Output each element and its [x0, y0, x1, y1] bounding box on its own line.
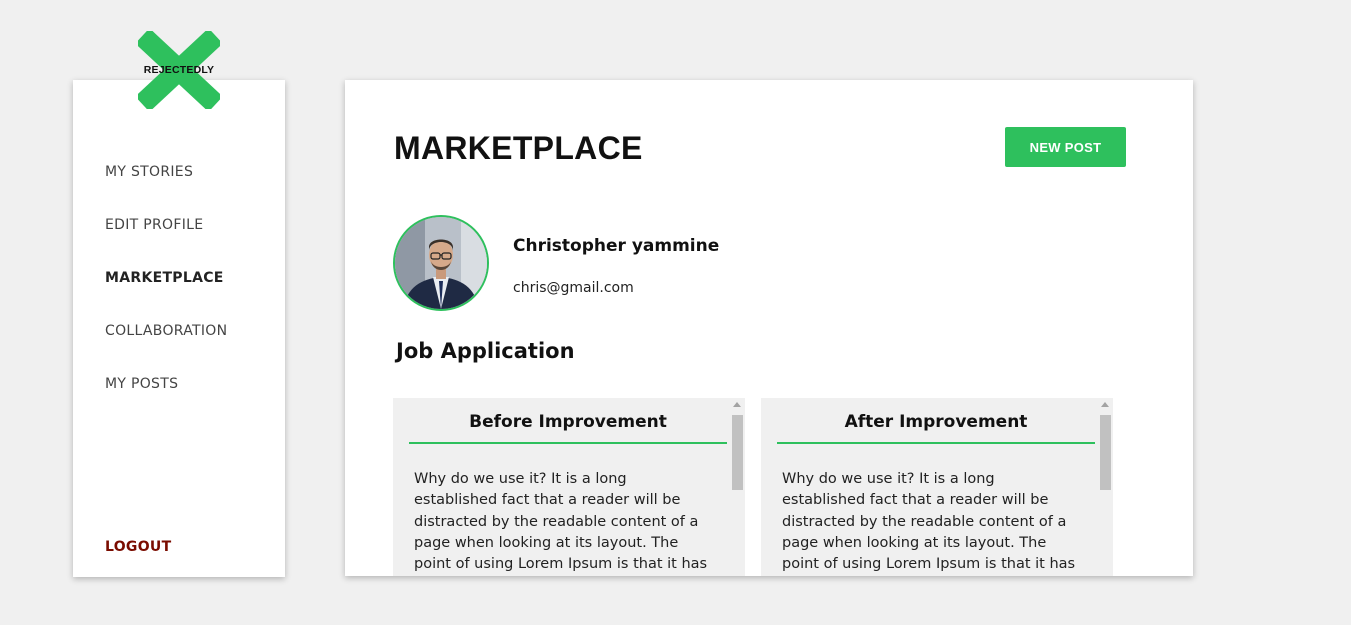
scroll-up-arrow-icon[interactable] — [733, 402, 741, 407]
sidebar-item-marketplace[interactable]: MARKETPLACE — [105, 268, 275, 321]
panel-title: Before Improvement — [409, 412, 727, 444]
sidebar: MY STORIES EDIT PROFILE MARKETPLACE COLL… — [73, 80, 285, 577]
scroll-thumb[interactable] — [732, 415, 743, 490]
main-card: MARKETPLACE NEW POST Christopher yammine… — [345, 80, 1193, 576]
brand-name: REJECTEDLY — [143, 64, 215, 76]
after-improvement-panel[interactable]: After Improvement Why do we use it? It i… — [761, 398, 1113, 576]
panel-text: Why do we use it? It is a long establish… — [782, 471, 1076, 573]
sidebar-item-my-posts[interactable]: MY POSTS — [105, 374, 275, 427]
user-photo-icon — [395, 217, 487, 309]
logout-button[interactable]: LOGOUT — [105, 539, 171, 555]
page-title: MARKETPLACE — [394, 130, 643, 166]
app-page: REJECTEDLY MY STORIES EDIT PROFILE MARKE… — [0, 0, 1351, 625]
scrollbar[interactable] — [1098, 398, 1113, 576]
user-email: chris@gmail.com — [513, 280, 634, 296]
panel-text: Why do we use it? It is a long establish… — [414, 471, 708, 573]
user-name: Christopher yammine — [513, 236, 720, 256]
avatar — [393, 215, 489, 311]
scroll-up-arrow-icon[interactable] — [1101, 402, 1109, 407]
before-improvement-panel[interactable]: Before Improvement Why do we use it? It … — [393, 398, 745, 576]
brand-logo[interactable]: REJECTEDLY — [138, 31, 220, 109]
scroll-thumb[interactable] — [1100, 415, 1111, 490]
scrollbar[interactable] — [730, 398, 745, 576]
panel-title: After Improvement — [777, 412, 1095, 444]
new-post-button[interactable]: NEW POST — [1005, 127, 1126, 167]
sidebar-item-collaboration[interactable]: COLLABORATION — [105, 321, 275, 374]
sidebar-item-my-stories[interactable]: MY STORIES — [105, 162, 275, 215]
sidebar-item-edit-profile[interactable]: EDIT PROFILE — [105, 215, 275, 268]
sidebar-nav: MY STORIES EDIT PROFILE MARKETPLACE COLL… — [105, 162, 275, 427]
section-title: Job Application — [396, 339, 575, 363]
